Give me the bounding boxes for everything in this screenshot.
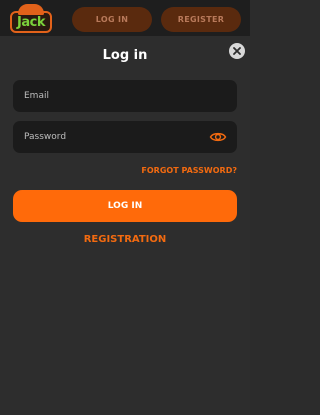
logo[interactable]: Jack bbox=[4, 2, 58, 34]
top-bar: Jack LOG IN REGISTER bbox=[0, 0, 250, 36]
login-button[interactable]: LOG IN bbox=[13, 190, 237, 222]
email-field[interactable] bbox=[13, 80, 237, 112]
password-field[interactable] bbox=[13, 121, 237, 153]
logo-text: Jack bbox=[17, 15, 45, 30]
forgot-password-link[interactable]: FORGOT PASSWORD? bbox=[0, 166, 237, 175]
email-input[interactable] bbox=[24, 91, 194, 101]
close-button[interactable] bbox=[229, 43, 245, 59]
header-register-button[interactable]: REGISTER bbox=[161, 7, 241, 32]
close-icon bbox=[233, 47, 241, 55]
logo-hat-icon bbox=[18, 4, 44, 15]
registration-link[interactable]: REGISTRATION bbox=[0, 234, 250, 245]
modal-title: Log in bbox=[102, 48, 148, 63]
password-input[interactable] bbox=[24, 132, 194, 142]
header-login-button[interactable]: LOG IN bbox=[72, 7, 152, 32]
login-modal: Log in FORGOT PASSWORD? LOG IN REGISTRAT… bbox=[0, 36, 250, 415]
eye-icon[interactable] bbox=[209, 129, 227, 145]
